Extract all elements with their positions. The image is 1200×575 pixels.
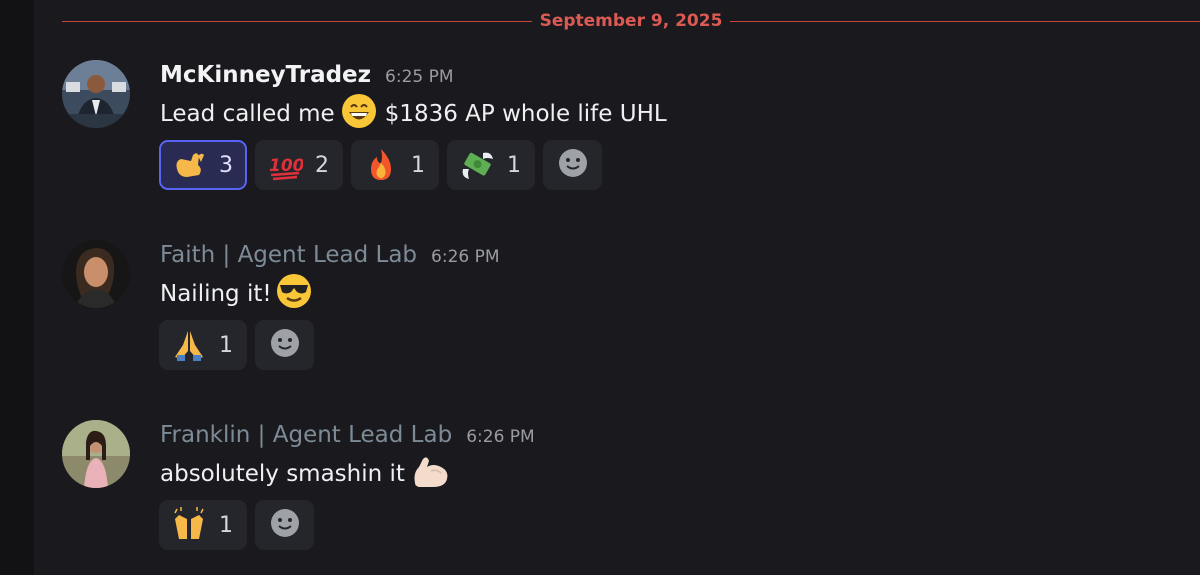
reactions-bar: 3 100 2 1 1 bbox=[159, 140, 602, 190]
divider-line-right bbox=[730, 20, 1200, 22]
grinning-face-icon bbox=[341, 93, 377, 135]
author-name[interactable]: Faith | Agent Lead Lab bbox=[160, 242, 417, 268]
add-reaction-button[interactable] bbox=[255, 500, 314, 550]
reactions-bar: 1 bbox=[159, 500, 314, 550]
smiley-add-icon bbox=[269, 327, 301, 363]
message-text-after: $1836 AP whole life UHL bbox=[384, 101, 667, 127]
message-content: Lead called me $1836 AP whole life UHL bbox=[160, 93, 667, 135]
author-name[interactable]: McKinneyTradez bbox=[160, 62, 371, 88]
call-me-hand-icon bbox=[171, 147, 207, 183]
message-text: absolutely smashin it bbox=[160, 461, 405, 487]
raising-hands-icon bbox=[171, 507, 207, 543]
smiley-add-icon bbox=[269, 507, 301, 543]
avatar[interactable] bbox=[62, 240, 130, 308]
left-rail bbox=[0, 0, 34, 575]
avatar[interactable] bbox=[62, 420, 130, 488]
message-text: Lead called me bbox=[160, 101, 335, 127]
message-text: Nailing it! bbox=[160, 281, 272, 307]
reaction-count: 2 bbox=[315, 152, 329, 178]
reaction-count: 1 bbox=[219, 512, 233, 538]
reaction-hundred-points[interactable]: 100 2 bbox=[255, 140, 343, 190]
folded-hands-icon bbox=[171, 327, 207, 363]
timestamp[interactable]: 6:26 PM bbox=[466, 427, 535, 447]
date-divider-label: September 9, 2025 bbox=[539, 11, 723, 31]
reaction-count: 1 bbox=[219, 332, 233, 358]
date-divider: September 9, 2025 bbox=[62, 10, 1200, 32]
chat-view: September 9, 2025 McKinneyTradez 6:25 PM… bbox=[0, 0, 1200, 575]
reaction-count: 1 bbox=[411, 152, 425, 178]
add-reaction-button[interactable] bbox=[543, 140, 602, 190]
smiley-add-icon bbox=[557, 147, 589, 183]
timestamp[interactable]: 6:25 PM bbox=[385, 67, 454, 87]
avatar[interactable] bbox=[62, 60, 130, 128]
reaction-raising-hands[interactable]: 1 bbox=[159, 500, 247, 550]
reactions-bar: 1 bbox=[159, 320, 314, 370]
timestamp[interactable]: 6:26 PM bbox=[431, 247, 500, 267]
sunglasses-face-icon bbox=[276, 273, 312, 315]
message-content: absolutely smashin it bbox=[160, 456, 459, 492]
hundred-points-icon: 100 bbox=[267, 147, 303, 183]
reaction-count: 1 bbox=[507, 152, 521, 178]
add-reaction-button[interactable] bbox=[255, 320, 314, 370]
reaction-fire[interactable]: 1 bbox=[351, 140, 439, 190]
reaction-call-me-hand[interactable]: 3 bbox=[159, 140, 247, 190]
divider-line-left bbox=[62, 20, 532, 22]
author-name[interactable]: Franklin | Agent Lead Lab bbox=[160, 422, 452, 448]
reaction-money-with-wings[interactable]: 1 bbox=[447, 140, 535, 190]
reaction-folded-hands[interactable]: 1 bbox=[159, 320, 247, 370]
money-with-wings-icon bbox=[459, 147, 495, 183]
message-header: Franklin | Agent Lead Lab 6:26 PM bbox=[160, 422, 535, 448]
fire-icon bbox=[363, 147, 399, 183]
message-header: Faith | Agent Lead Lab 6:26 PM bbox=[160, 242, 500, 268]
reaction-count: 3 bbox=[219, 152, 233, 178]
flexed-biceps-icon bbox=[411, 453, 451, 495]
message-content: Nailing it! bbox=[160, 273, 320, 315]
message-header: McKinneyTradez 6:25 PM bbox=[160, 62, 454, 88]
